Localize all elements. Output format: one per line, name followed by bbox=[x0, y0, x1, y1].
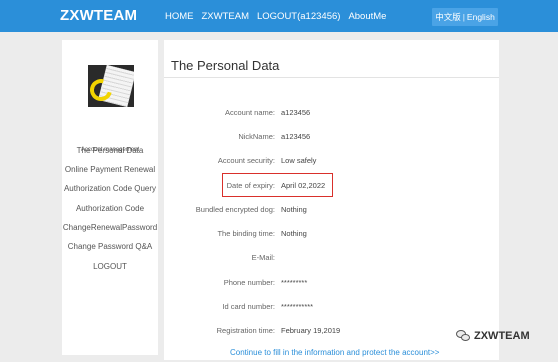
field-row-id-card-number: Id card number: *********** bbox=[164, 302, 499, 316]
expiry-highlight-box bbox=[222, 173, 333, 197]
nav-home[interactable]: HOME bbox=[165, 11, 194, 22]
field-label: Phone number: bbox=[223, 278, 275, 287]
sidebar-item-change-renewal-password[interactable]: ChangeRenewalPassword bbox=[52, 223, 168, 232]
field-value: Nothing bbox=[281, 229, 307, 238]
field-row-email: E-Mail: bbox=[164, 253, 499, 267]
field-label: E-Mail: bbox=[251, 253, 275, 262]
personal-data-panel: The Personal Data Account name: a123456 … bbox=[164, 40, 499, 360]
brand-logo[interactable]: ZXWTEAM bbox=[60, 7, 137, 24]
field-label: Account name: bbox=[224, 108, 275, 117]
field-row-bundled-encrypted-dog: Bundled encrypted dog: Nothing bbox=[164, 205, 499, 219]
sidebar-item-authorization-code[interactable]: Authorization Code bbox=[52, 204, 168, 213]
title-divider bbox=[164, 77, 499, 78]
account-sidebar: Account management The Personal Data Onl… bbox=[62, 40, 158, 355]
continue-fill-info-link[interactable]: Continue to fill in the information and … bbox=[230, 348, 439, 357]
field-label: Account security: bbox=[217, 156, 275, 165]
lang-chinese[interactable]: 中文版 bbox=[435, 12, 461, 22]
page-title: The Personal Data bbox=[171, 58, 280, 73]
nav-zxwteam[interactable]: ZXWTEAM bbox=[202, 11, 250, 22]
field-label: Bundled encrypted dog: bbox=[195, 205, 275, 214]
lang-english[interactable]: English bbox=[467, 12, 495, 22]
field-value: Nothing bbox=[281, 205, 307, 214]
field-label: Registration time: bbox=[216, 326, 275, 335]
sidebar-item-change-password-qa[interactable]: Change Password Q&A bbox=[52, 242, 168, 251]
sidebar-item-online-payment-renewal[interactable]: Online Payment Renewal bbox=[52, 165, 168, 174]
field-value: a123456 bbox=[281, 108, 311, 117]
field-value: Low safely bbox=[281, 156, 317, 165]
lang-separator: | bbox=[462, 12, 465, 22]
field-value: a123456 bbox=[281, 132, 311, 141]
field-row-binding-time: The binding time: Nothing bbox=[164, 229, 499, 243]
account-management-image bbox=[88, 65, 134, 107]
sidebar-item-logout[interactable]: LOGOUT bbox=[52, 262, 168, 271]
field-label: Id card number: bbox=[222, 302, 275, 311]
field-label: The binding time: bbox=[217, 229, 275, 238]
sidebar-item-authorization-code-query[interactable]: Authorization Code Query bbox=[52, 184, 168, 193]
field-row-account-security: Account security: Low safely bbox=[164, 156, 499, 170]
field-label: NickName: bbox=[238, 132, 275, 141]
field-row-phone-number: Phone number: ********* bbox=[164, 278, 499, 292]
field-row-registration-time: Registration time: February 19,2019 bbox=[164, 326, 499, 340]
wechat-icon bbox=[456, 330, 470, 342]
field-row-account-name: Account name: a123456 bbox=[164, 108, 499, 122]
nav-aboutme[interactable]: AboutMe bbox=[348, 11, 386, 22]
watermark-text: ZXWTEAM bbox=[474, 330, 530, 342]
nav-logout[interactable]: LOGOUT(a123456) bbox=[257, 11, 340, 22]
field-row-nickname: NickName: a123456 bbox=[164, 132, 499, 146]
watermark: ZXWTEAM bbox=[456, 330, 530, 342]
main-nav: HOME ZXWTEAM LOGOUT(a123456) AboutMe bbox=[165, 11, 386, 22]
field-value: February 19,2019 bbox=[281, 326, 341, 335]
top-navigation-bar: ZXWTEAM HOME ZXWTEAM LOGOUT(a123456) Abo… bbox=[0, 0, 558, 32]
field-value: *********** bbox=[281, 302, 314, 311]
language-switcher: 中文版 | English bbox=[432, 8, 498, 26]
sidebar-item-personal-data[interactable]: The Personal Data bbox=[52, 146, 168, 155]
field-value: ********* bbox=[281, 278, 308, 287]
